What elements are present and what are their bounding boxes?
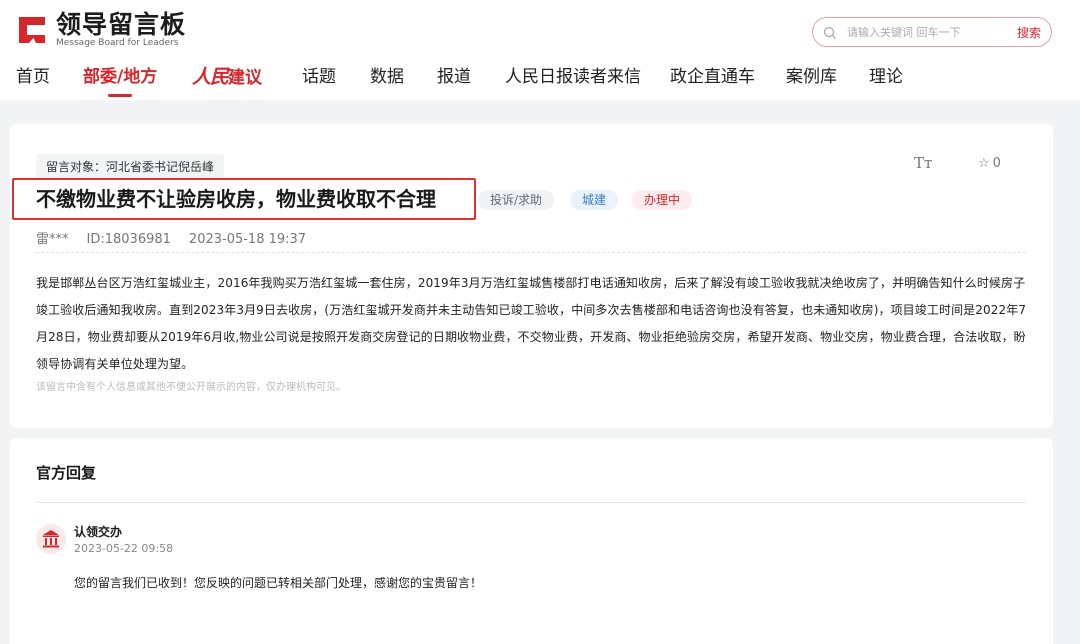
site-logo[interactable]: 领导留言板 Message Board for Leaders	[16, 10, 186, 50]
message-card: 留言对象：河北省委书记倪岳峰 Tт ☆ 0 不缴物业费不让验房收房，物业费收取不合…	[10, 124, 1053, 428]
star-icon: ☆	[978, 156, 990, 171]
search-button[interactable]: 搜索	[1017, 24, 1041, 41]
search-icon	[823, 25, 837, 39]
reply-card: 官方回复 认领交办 2023-05-22 09:58 您的留言我们已收到！您反映…	[10, 438, 1053, 644]
search-input[interactable]	[847, 22, 997, 42]
privacy-note: 该留言中含有个人信息或其他不便公开展示的内容，仅办理机构可见。	[36, 382, 346, 393]
message-meta: 雷*** ID:18036981 2023-05-18 19:37	[36, 228, 324, 247]
favorite-button[interactable]: ☆ 0	[978, 156, 1001, 171]
message-title: 不缴物业费不让验房收房，物业费收取不合理	[36, 187, 436, 211]
message-id: ID:18036981	[86, 232, 171, 247]
reply-heading: 官方回复	[36, 464, 97, 482]
nav-item-topics[interactable]: 话题	[302, 64, 336, 90]
message-author: 雷***	[36, 232, 69, 247]
nav-suggestions-label: 建议	[228, 68, 263, 88]
nav-item-home[interactable]: 首页	[16, 64, 50, 90]
nav-item-data[interactable]: 数据	[370, 64, 404, 90]
logo-text: 领导留言板 Message Board for Leaders	[56, 9, 187, 49]
nav-item-reports[interactable]: 报道	[437, 64, 471, 90]
status-badge: 办理中	[632, 190, 693, 210]
logo-subtitle: Message Board for Leaders	[56, 37, 179, 48]
nav-item-reader-letters[interactable]: 人民日报读者来信	[505, 64, 641, 90]
message-target[interactable]: 留言对象：河北省委书记倪岳峰	[36, 154, 225, 179]
tag-type: 投诉/求助	[478, 190, 555, 210]
search-box: 搜索	[812, 17, 1052, 47]
message-body: 我是邯郸丛台区万浩红玺城业主，2016年我购买万浩红玺城一套住房，2019年3月…	[36, 276, 1027, 371]
nav-item-theory[interactable]: 理论	[869, 64, 903, 90]
logo-mark-icon	[16, 14, 48, 46]
government-building-icon	[36, 524, 66, 554]
site-header: 领导留言板 Message Board for Leaders 搜索 首页 部委…	[0, 0, 1080, 100]
nav-item-people-suggestions[interactable]: 人民建议	[192, 64, 262, 91]
reply-datetime: 2023-05-22 09:58	[74, 542, 174, 555]
nav-item-ministries-local[interactable]: 部委/地方	[83, 64, 157, 97]
nav-item-gov-enterprise[interactable]: 政企直通车	[670, 64, 755, 90]
message-datetime: 2023-05-18 19:37	[188, 232, 307, 247]
logo-title: 领导留言板	[56, 9, 187, 39]
main-nav: 首页 部委/地方 人民建议 话题 数据 报道 人民日报读者来信 政企直通车 案例…	[0, 64, 1080, 100]
meta-divider	[36, 252, 1026, 253]
reply-org: 认领交办	[74, 525, 123, 539]
reply-divider	[36, 502, 1026, 503]
font-size-icon[interactable]: Tт	[914, 154, 932, 172]
nav-item-case-library[interactable]: 案例库	[786, 64, 837, 90]
reply-body: 您的留言我们已收到！您反映的问题已转相关部门处理，感谢您的宝贵留言！	[74, 576, 483, 590]
tag-field: 城建	[570, 190, 619, 210]
nav-people-script: 人民	[192, 66, 229, 88]
favorite-count: 0	[992, 156, 1001, 171]
